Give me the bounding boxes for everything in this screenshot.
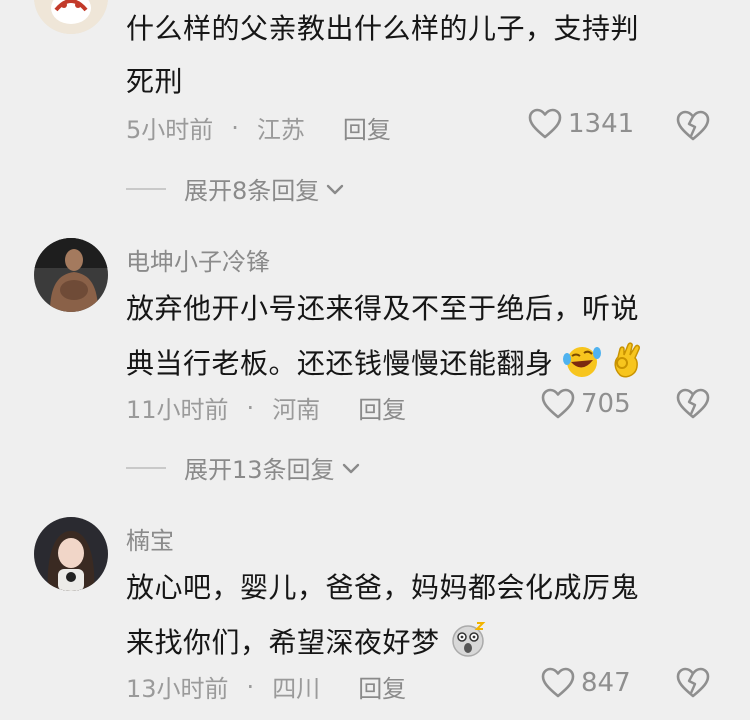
comment-text-line: 来找你们，希望深夜好梦 [126,620,696,669]
dislike-button[interactable] [676,388,710,424]
comment-location: 四川 [272,675,321,703]
like-button[interactable]: 847 [541,667,631,699]
like-button[interactable]: 1341 [528,108,634,140]
comment-time: 13小时前 [126,675,229,703]
expand-replies-label: 展开8条回复 [184,177,320,205]
expand-replies-label: 展开13条回复 [184,456,335,484]
heart-outline-icon [541,667,575,698]
separator-dot: · [231,113,239,142]
comment-text: 什么样的父亲教出什么样的儿子，支持判 死刑 [126,8,696,102]
comment-text: 放心吧，婴儿，爸爸，妈妈都会化成厉鬼 来找你们，希望深夜好梦 [126,567,696,669]
ok-hand-emoji [610,341,646,390]
chevron-down-icon [327,184,344,194]
avatar-image [34,238,108,312]
shocked-face-emoji [449,620,487,669]
avatar[interactable] [34,238,108,312]
heart-outline-icon [541,388,575,419]
comment-text-line: 放弃他开小号还来得及不至于绝后，听说 [126,292,640,325]
divider-line [126,187,166,190]
expand-replies[interactable]: 展开8条回复 [126,171,345,206]
comment-meta: 11小时前 · 河南 回复 [126,390,406,425]
reply-button[interactable]: 回复 [343,110,391,145]
broken-heart-icon [676,667,710,698]
username[interactable]: 楠宝 [126,521,174,556]
comment-meta: 13小时前 · 四川 回复 [126,669,406,704]
comment-text-line: 典当行老板。还还钱慢慢还能翻身 [126,341,696,390]
like-count: 1341 [568,109,635,139]
separator-dot: · [246,672,255,701]
like-count: 847 [581,668,631,698]
comment-time: 5小时前 [126,116,214,144]
broken-heart-icon [676,388,710,419]
comment-text-line: 什么样的父亲教出什么样的儿子，支持判 [126,12,640,45]
avatar[interactable] [34,0,108,34]
avatar-image [34,517,108,591]
chevron-down-icon [342,463,359,473]
comment-location: 河南 [272,396,321,424]
comment-text-segment: 典当行老板。还还钱慢慢还能翻身 [126,347,554,380]
heart-outline-icon [528,108,562,139]
comment-location: 江苏 [256,116,305,144]
reply-button[interactable]: 回复 [358,669,406,704]
dislike-button[interactable] [676,110,710,146]
avatar[interactable] [34,517,108,591]
dislike-button[interactable] [676,667,710,703]
comment-text-segment: 来找你们，希望深夜好梦 [126,626,440,659]
comment-text-line: 死刑 [126,65,184,98]
avatar-image [34,0,108,34]
separator-dot: · [246,393,255,422]
comment-text-line: 放心吧，婴儿，爸爸，妈妈都会化成厉鬼 [126,571,640,604]
comment-text: 放弃他开小号还来得及不至于绝后，听说 典当行老板。还还钱慢慢还能翻身 [126,288,696,390]
like-button[interactable]: 705 [541,388,631,420]
comment-meta: 5小时前 · 江苏 回复 [126,110,391,145]
divider-line [126,466,166,469]
like-count: 705 [581,389,631,419]
username[interactable]: 电坤小子冷锋 [126,242,270,277]
broken-heart-icon [676,110,710,141]
comment-time: 11小时前 [126,396,229,424]
reply-button[interactable]: 回复 [358,390,406,425]
expand-replies[interactable]: 展开13条回复 [126,450,361,485]
laughing-tears-emoji [562,343,601,390]
